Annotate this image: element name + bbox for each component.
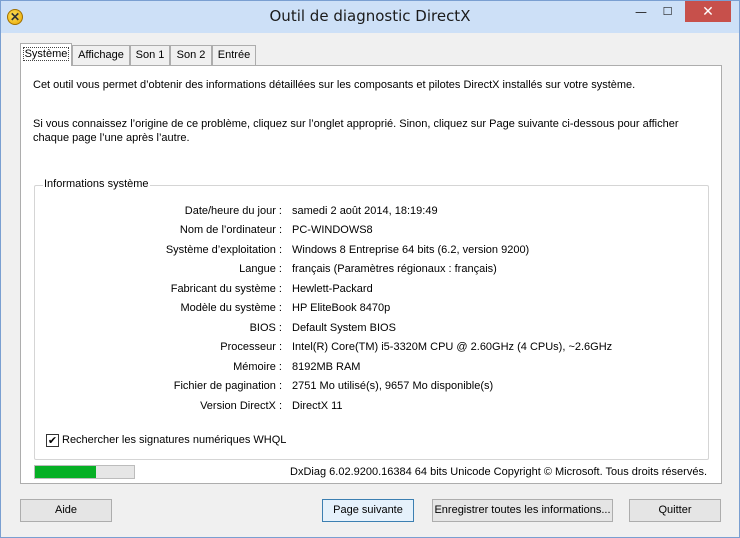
info-value: Windows 8 Entreprise 64 bits (6.2, versi… xyxy=(292,244,530,256)
info-value: PC-WINDOWS8 xyxy=(292,224,373,236)
next-page-button[interactable]: Page suivante xyxy=(322,499,414,522)
help-button[interactable]: Aide xyxy=(20,499,112,522)
info-label: Processeur : xyxy=(220,341,282,353)
tab-son-2[interactable]: Son 2 xyxy=(170,45,212,65)
dxdiag-window: ✕ Outil de diagnostic DirectX — ☐ ✕ Syst… xyxy=(0,0,740,538)
info-label: Modèle du système : xyxy=(180,302,283,314)
info-value: 8192MB RAM xyxy=(292,361,361,373)
intro-text: Cet outil vous permet d’obtenir des info… xyxy=(33,79,636,91)
info-label: Mémoire : xyxy=(233,361,282,373)
info-value: français (Paramètres régionaux : françai… xyxy=(292,263,497,275)
info-value: DirectX 11 xyxy=(292,400,343,412)
minimize-button[interactable]: — xyxy=(628,1,654,22)
info-value: HP EliteBook 8470p xyxy=(292,302,391,314)
info-value: samedi 2 août 2014, 18:19:49 xyxy=(292,205,438,217)
maximize-button[interactable]: ☐ xyxy=(654,1,681,22)
group-label: Informations système xyxy=(43,178,150,190)
tab-panel-systeme: Cet outil vous permet d’obtenir des info… xyxy=(20,65,722,484)
title-bar[interactable]: ✕ Outil de diagnostic DirectX — ☐ ✕ xyxy=(1,1,739,33)
progress-bar xyxy=(34,465,135,479)
info-label: Système d’exploitation : xyxy=(165,244,282,256)
info-label: Date/heure du jour : xyxy=(184,205,282,217)
whql-checkbox-row[interactable]: ✔ Rechercher les signatures numériques W… xyxy=(46,433,286,447)
save-all-info-button[interactable]: Enregistrer toutes les informations... xyxy=(432,499,613,522)
whql-checkbox-label[interactable]: Rechercher les signatures numériques WHQ… xyxy=(62,434,286,446)
progress-fill xyxy=(35,466,97,478)
info-label: Nom de l’ordinateur : xyxy=(179,224,282,236)
whql-checkbox[interactable]: ✔ xyxy=(46,433,59,447)
info-value: Default System BIOS xyxy=(292,322,396,334)
tab-label: Affichage xyxy=(78,49,124,61)
copyright-text: DxDiag 6.02.9200.16384 64 bits Unicode C… xyxy=(290,466,707,478)
tab-son-1[interactable]: Son 1 xyxy=(130,45,170,65)
info-label: BIOS : xyxy=(249,322,282,334)
info-value: Intel(R) Core(TM) i5-3320M CPU @ 2.60GHz… xyxy=(292,341,613,353)
tab-label: Système xyxy=(22,47,70,61)
info-label: Fichier de pagination : xyxy=(173,380,282,392)
tab-systeme[interactable]: Système xyxy=(20,43,72,66)
info-value: 2751 Mo utilisé(s), 9657 Mo disponible(s… xyxy=(292,380,494,392)
info-label: Version DirectX : xyxy=(200,400,282,412)
system-info-group: Informations système Date/heure du jour … xyxy=(34,178,709,460)
check-icon: ✔ xyxy=(47,433,58,447)
info-label: Langue : xyxy=(239,263,282,275)
tab-label: Son 2 xyxy=(176,49,206,61)
tab-label: Son 1 xyxy=(135,49,165,61)
info-value: Hewlett-Packard xyxy=(292,283,373,295)
close-button[interactable]: ✕ xyxy=(685,1,731,22)
tab-affichage[interactable]: Affichage xyxy=(72,45,130,65)
quit-button[interactable]: Quitter xyxy=(629,499,721,522)
info-label: Fabricant du système : xyxy=(170,283,282,295)
tab-label: Entrée xyxy=(217,49,251,61)
intro-instructions: Si vous connaissez l’origine de ce probl… xyxy=(33,118,679,144)
tab-entree[interactable]: Entrée xyxy=(212,45,256,65)
